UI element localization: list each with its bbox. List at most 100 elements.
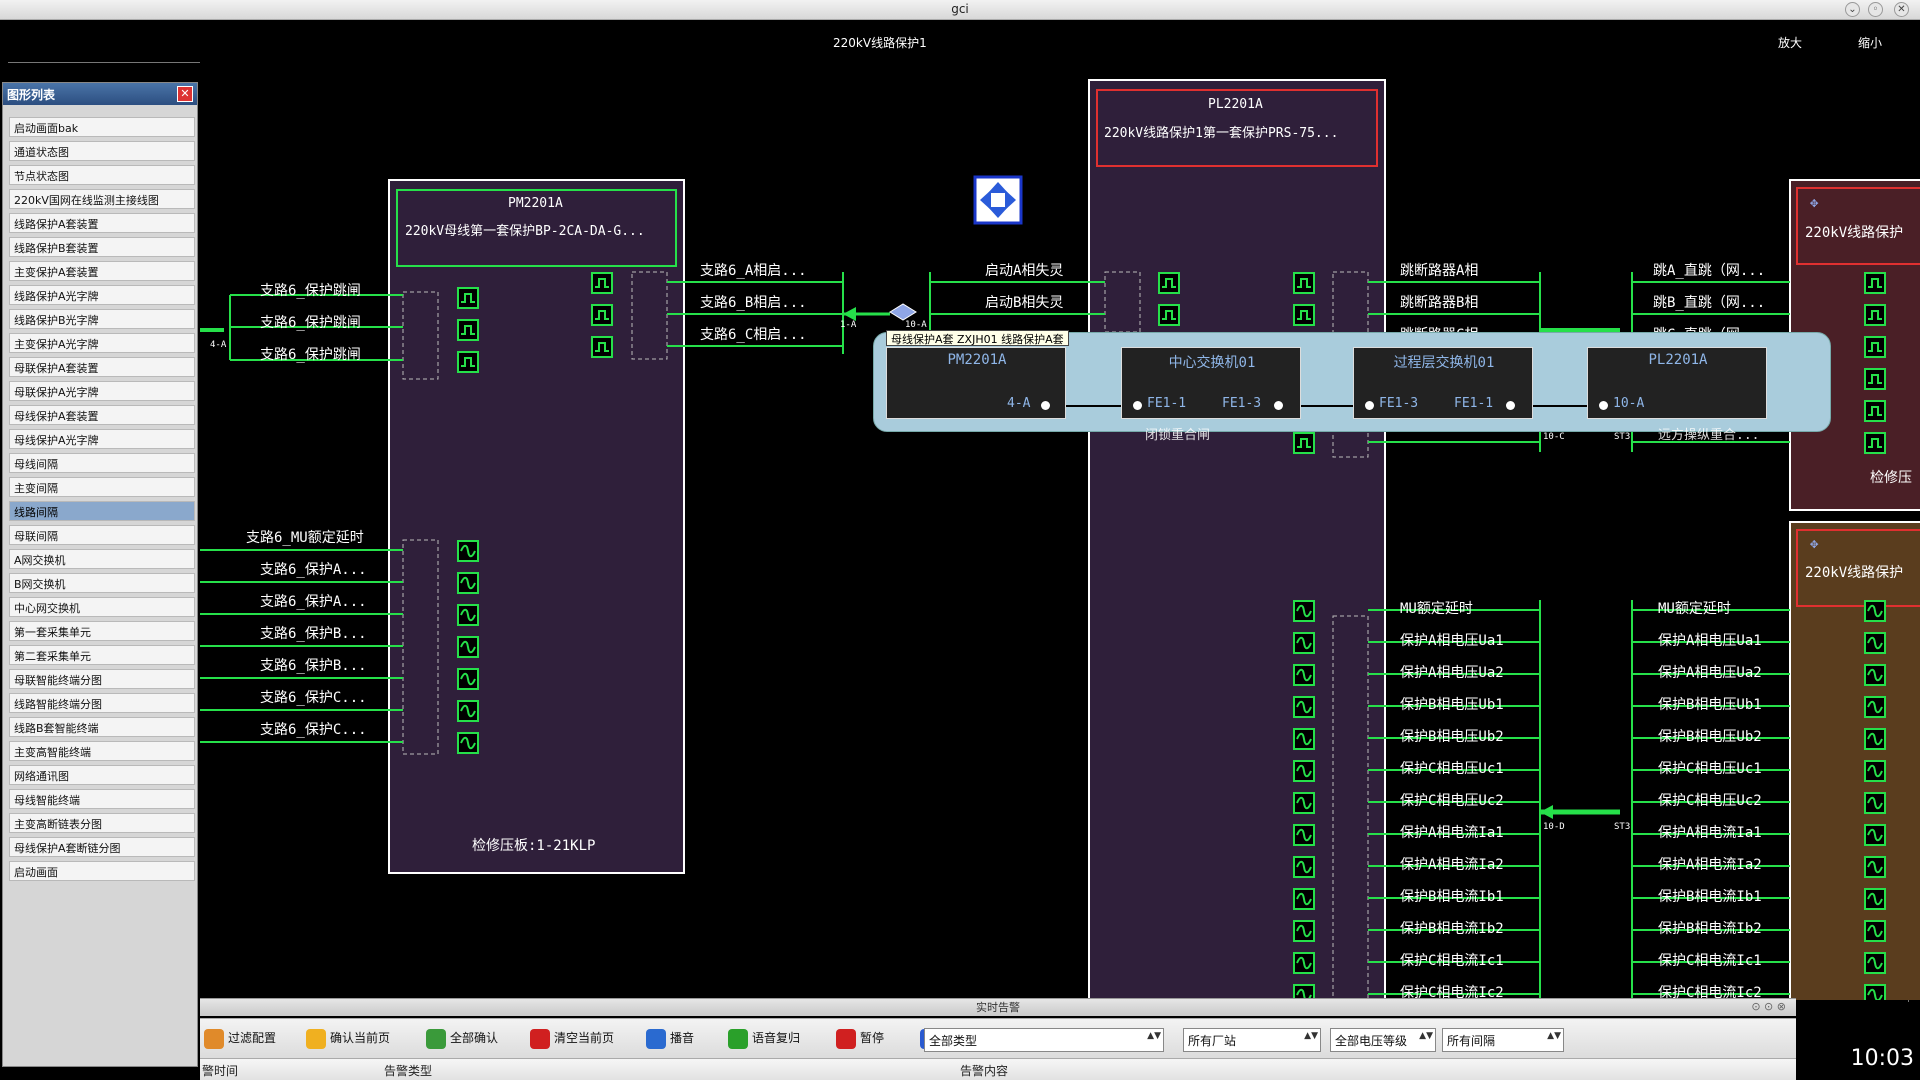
signal-terminal-icon[interactable] xyxy=(591,336,613,358)
analog-terminal-icon[interactable] xyxy=(1864,760,1886,782)
analog-terminal-icon[interactable] xyxy=(1293,952,1315,974)
analog-terminal-icon[interactable] xyxy=(1864,664,1886,686)
signal-terminal-icon[interactable] xyxy=(1158,272,1180,294)
graph-list-item[interactable]: 主变间隔 xyxy=(9,477,195,497)
alarm-button[interactable]: 语音复归 xyxy=(728,1029,800,1051)
alarm-button[interactable]: 清空当前页 xyxy=(530,1029,614,1051)
column-content[interactable]: 告警内容 xyxy=(960,1062,1008,1079)
alarm-filter-select[interactable]: 所有间隔 ▲▼ xyxy=(1442,1028,1564,1052)
analog-terminal-icon[interactable] xyxy=(1864,920,1886,942)
alarm-button[interactable]: 确认当前页 xyxy=(306,1029,390,1051)
analog-terminal-icon[interactable] xyxy=(1864,792,1886,814)
close-window-icon[interactable]: ✕ xyxy=(1894,2,1909,17)
graph-list-item[interactable]: 线路保护A光字牌 xyxy=(9,285,195,305)
column-type[interactable]: 告警类型 xyxy=(384,1062,432,1079)
alarm-filter-select[interactable]: 全部电压等级 ▲▼ xyxy=(1330,1028,1436,1052)
zoom-out-button[interactable]: 缩小 xyxy=(1858,34,1882,51)
graph-list-item[interactable]: 通道状态图 xyxy=(9,141,195,161)
signal-terminal-icon[interactable] xyxy=(1158,304,1180,326)
graph-list-item[interactable]: 母线保护A光字牌 xyxy=(9,429,195,449)
signal-terminal-icon[interactable] xyxy=(1864,304,1886,326)
restore-icon[interactable]: ◦ xyxy=(1868,2,1883,17)
graph-list-item[interactable]: 母联智能终端分图 xyxy=(9,669,195,689)
alarm-button[interactable]: 全部确认 xyxy=(426,1029,498,1051)
graph-list-item[interactable]: 线路间隔 xyxy=(9,501,195,521)
graph-list-item[interactable]: 母联间隔 xyxy=(9,525,195,545)
analog-terminal-icon[interactable] xyxy=(1293,696,1315,718)
graph-list-item[interactable]: 节点状态图 xyxy=(9,165,195,185)
close-icon[interactable]: ✕ xyxy=(177,86,193,102)
analog-terminal-icon[interactable] xyxy=(1293,856,1315,878)
graph-list-item[interactable]: 母联保护A光字牌 xyxy=(9,381,195,401)
signal-terminal-icon[interactable] xyxy=(1293,272,1315,294)
analog-terminal-icon[interactable] xyxy=(1293,792,1315,814)
alarm-button[interactable]: 播音 xyxy=(646,1029,694,1051)
analog-terminal-icon[interactable] xyxy=(457,636,479,658)
analog-terminal-icon[interactable] xyxy=(1864,952,1886,974)
signal-terminal-icon[interactable] xyxy=(457,319,479,341)
signal-terminal-icon[interactable] xyxy=(1864,432,1886,454)
graph-list-item[interactable]: 中心网交换机 xyxy=(9,597,195,617)
analog-terminal-icon[interactable] xyxy=(1293,824,1315,846)
signal-terminal-icon[interactable] xyxy=(1864,272,1886,294)
graph-list-item[interactable]: 母线保护A套装置 xyxy=(9,405,195,425)
analog-terminal-icon[interactable] xyxy=(457,668,479,690)
graph-list-item[interactable]: 启动画面bak xyxy=(9,117,195,137)
signal-terminal-icon[interactable] xyxy=(1864,368,1886,390)
graph-list-item[interactable]: 220kV国网在线监测主接线图 xyxy=(9,189,195,209)
alarm-filter-select[interactable]: 所有厂站 ▲▼ xyxy=(1183,1028,1321,1052)
signal-terminal-icon[interactable] xyxy=(457,351,479,373)
graph-list-item[interactable]: 主变保护A套装置 xyxy=(9,261,195,281)
graph-list-item[interactable]: 第二套采集单元 xyxy=(9,645,195,665)
graph-list-item[interactable]: 母联保护A套装置 xyxy=(9,357,195,377)
analog-terminal-icon[interactable] xyxy=(1864,728,1886,750)
signal-terminal-icon[interactable] xyxy=(1293,432,1315,454)
analog-terminal-icon[interactable] xyxy=(457,572,479,594)
move-icon[interactable]: ✥ xyxy=(1810,195,1818,211)
signal-terminal-icon[interactable] xyxy=(591,304,613,326)
analog-terminal-icon[interactable] xyxy=(1864,888,1886,910)
graph-list-item[interactable]: 母线保护A套断链分图 xyxy=(9,837,195,857)
signal-terminal-icon[interactable] xyxy=(1864,336,1886,358)
alarm-window-controls-icon[interactable]: ⊙ ⊙ ⊗ xyxy=(1751,1000,1786,1013)
graph-list-item[interactable]: 线路保护B光字牌 xyxy=(9,309,195,329)
analog-terminal-icon[interactable] xyxy=(1293,664,1315,686)
route-node[interactable]: 中心交换机01 FE1-1 FE1-3 xyxy=(1121,347,1301,419)
analog-terminal-icon[interactable] xyxy=(1293,728,1315,750)
analog-terminal-icon[interactable] xyxy=(1293,888,1315,910)
graph-list-item[interactable]: 线路智能终端分图 xyxy=(9,693,195,713)
analog-terminal-icon[interactable] xyxy=(457,540,479,562)
analog-terminal-icon[interactable] xyxy=(1293,632,1315,654)
alarm-filter-select[interactable]: 全部类型 ▲▼ xyxy=(924,1028,1164,1052)
move-icon[interactable]: ✥ xyxy=(1810,536,1818,552)
analog-terminal-icon[interactable] xyxy=(457,604,479,626)
analog-terminal-icon[interactable] xyxy=(457,732,479,754)
alarm-button[interactable]: 暂停 xyxy=(836,1029,884,1051)
column-time[interactable]: 警时间 xyxy=(202,1062,238,1079)
analog-terminal-icon[interactable] xyxy=(1864,984,1886,1000)
graph-list-item[interactable]: A网交换机 xyxy=(9,549,195,569)
analog-terminal-icon[interactable] xyxy=(457,700,479,722)
analog-terminal-icon[interactable] xyxy=(1293,600,1315,622)
signal-terminal-icon[interactable] xyxy=(457,287,479,309)
route-node[interactable]: 过程层交换机01 FE1-3 FE1-1 xyxy=(1353,347,1533,419)
graph-list-item[interactable]: 主变保护A光字牌 xyxy=(9,333,195,353)
graph-list-item[interactable]: 第一套采集单元 xyxy=(9,621,195,641)
graph-list-item[interactable]: 线路B套智能终端 xyxy=(9,717,195,737)
signal-terminal-icon[interactable] xyxy=(1864,400,1886,422)
alarm-button[interactable]: 过滤配置 xyxy=(204,1029,276,1051)
signal-terminal-icon[interactable] xyxy=(1293,304,1315,326)
graph-list-item[interactable]: B网交换机 xyxy=(9,573,195,593)
graph-list-item[interactable]: 线路保护A套装置 xyxy=(9,213,195,233)
minimize-icon[interactable]: ⌄ xyxy=(1845,2,1860,17)
graph-list-item[interactable]: 启动画面 xyxy=(9,861,195,881)
analog-terminal-icon[interactable] xyxy=(1293,920,1315,942)
graph-list-item[interactable]: 母线智能终端 xyxy=(9,789,195,809)
route-node[interactable]: PL2201A 10-A xyxy=(1587,347,1767,419)
analog-terminal-icon[interactable] xyxy=(1864,696,1886,718)
analog-terminal-icon[interactable] xyxy=(1864,824,1886,846)
signal-terminal-icon[interactable] xyxy=(591,272,613,294)
graph-list-item[interactable]: 线路保护B套装置 xyxy=(9,237,195,257)
analog-terminal-icon[interactable] xyxy=(1864,600,1886,622)
analog-terminal-icon[interactable] xyxy=(1293,760,1315,782)
